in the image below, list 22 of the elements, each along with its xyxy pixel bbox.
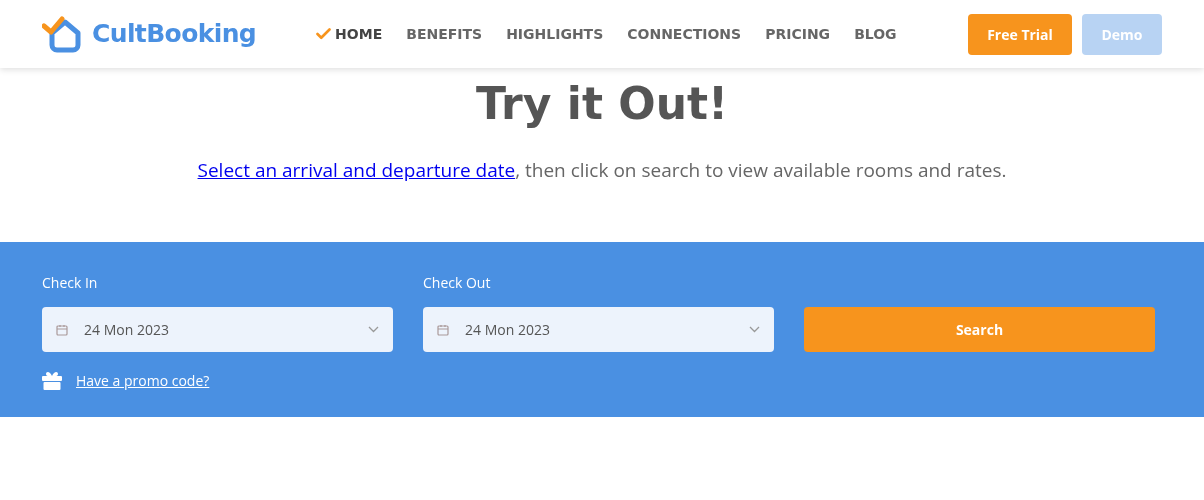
gift-icon (42, 371, 62, 390)
chevron-down-icon (368, 326, 379, 333)
chevron-down-icon (749, 326, 760, 333)
date-link[interactable]: Select an arrival and departure date (197, 157, 516, 183)
promo-link[interactable]: Have a promo code? (76, 370, 210, 391)
nav-link[interactable]: BENEFITS (406, 23, 483, 45)
logo-icon (42, 15, 84, 53)
logo-text: CultBooking (92, 18, 257, 51)
calendar-icon (437, 323, 449, 336)
date-field[interactable]: 24 Mon 2023 (42, 307, 393, 352)
page-title: Try it Out! (475, 80, 729, 128)
field-label: Check In (42, 272, 99, 293)
check-icon (316, 28, 332, 40)
field-label: Check Out (423, 272, 492, 293)
calendar-icon (56, 323, 68, 336)
nav-link[interactable]: HIGHLIGHTS (506, 23, 604, 45)
nav-link[interactable]: HOME (316, 23, 383, 45)
date-field[interactable]: 24 Mon 2023 (423, 307, 774, 352)
nav-link[interactable]: CONNECTIONS (627, 23, 742, 45)
nav-link[interactable]: PRICING (765, 23, 831, 45)
intro-text: Select an arrival and departure date, then click on search to view available rooms and rates. (197, 156, 1007, 185)
nav-link[interactable]: BLOG (854, 23, 897, 45)
